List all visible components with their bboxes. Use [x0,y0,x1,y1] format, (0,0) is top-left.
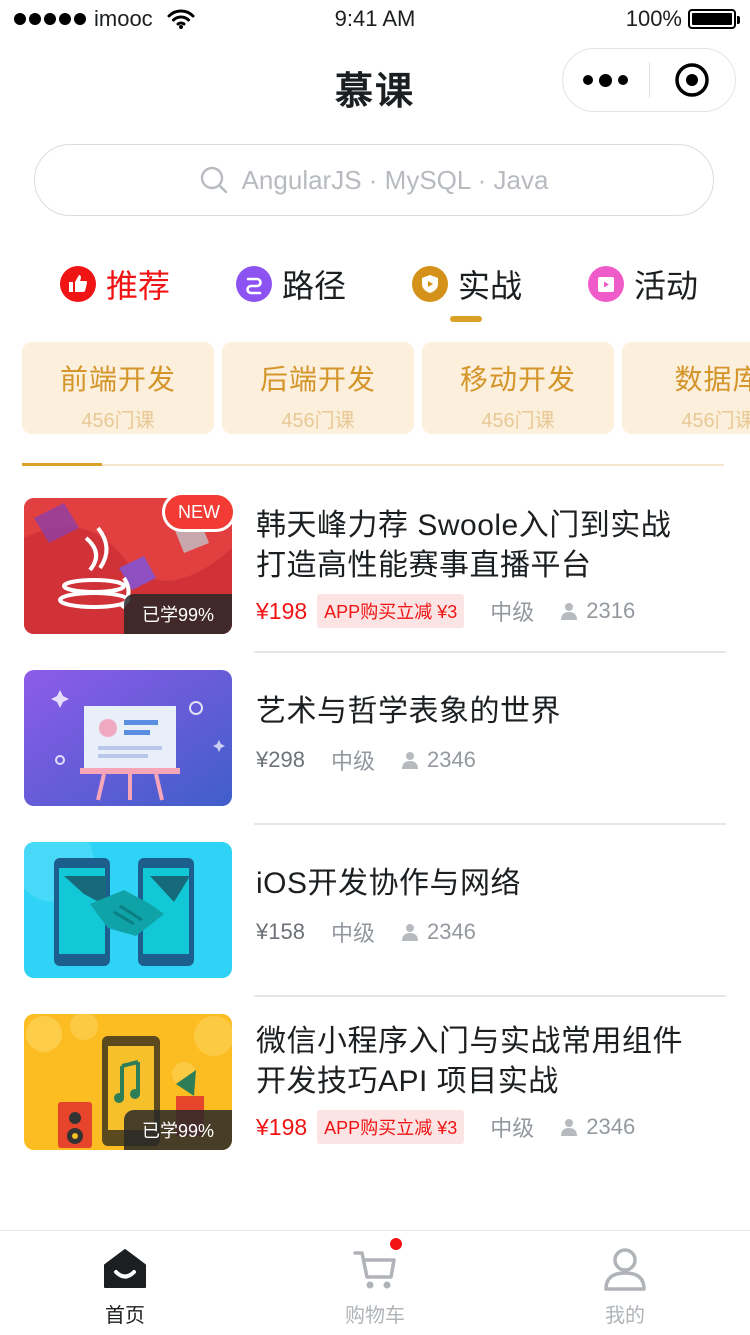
search-placeholder: AngularJS · MySQL · Java [241,164,549,195]
tabbar-cart[interactable]: 购物车 [250,1231,500,1335]
category-scroll-indicator [22,463,102,466]
main-tabs: 推荐 路径 实战 活动 [0,258,750,328]
course-level: 中级 [490,600,535,625]
category-database[interactable]: 数据库 456门课 [622,342,750,434]
course-price: ¥298 [256,747,305,772]
learners-count: 2316 [560,598,635,624]
list-divider [254,995,726,997]
course-price: ¥198 [256,1113,308,1140]
course-price: ¥158 [256,919,305,944]
tabbar-home-label: 首页 [105,1305,145,1327]
category-scroll-track [22,464,724,466]
battery-label: 100% [625,6,682,31]
learners-value: 2346 [426,747,476,772]
learners-value: 2346 [586,1114,636,1139]
battery-icon [688,9,740,29]
course-level: 中级 [330,749,375,774]
target-close-icon [675,63,709,97]
tab-practice[interactable]: 实战 [412,258,522,310]
category-name: 前端开发 [59,364,176,395]
category-name: 后端开发 [259,364,376,395]
promo-tag: APP购买立减 ¥3 [317,594,465,628]
course-thumbnail-art [24,670,232,806]
course-item[interactable]: iOS开发协作与网络 ¥158 中级 2346 [24,842,726,982]
course-item[interactable]: 已学99% NEW 韩天峰力荐 Swoole入门到实战 打造高性能赛事直播平台 … [24,492,726,638]
tabbar-profile[interactable]: 我的 [500,1231,750,1335]
course-meta: ¥198 APP购买立减 ¥3 中级 2316 [256,594,635,628]
course-item[interactable]: 已学99% 微信小程序入门与实战常用组件 开发技巧API 项目实战 ¥198 A… [24,1014,726,1154]
home-icon [104,1249,146,1288]
course-meta: ¥298 中级 2346 [256,744,476,776]
course-price: ¥198 [256,597,308,624]
nav-bar: 慕课 [0,40,750,128]
course-title-line: 打造高性能赛事直播平台 [256,549,592,582]
learners-count: 2346 [401,747,476,773]
tab-path[interactable]: 路径 [236,258,346,310]
course-thumbnail-ios [24,842,232,978]
tab-recommend-label: 推荐 [106,268,171,304]
course-title: 艺术与哲学表象的世界 [256,695,561,728]
person-icon [561,1119,578,1136]
person-icon [561,603,578,620]
category-name: 移动开发 [459,364,576,395]
tab-activity-label: 活动 [634,268,699,304]
course-title: iOS开发协作与网络 [256,867,522,900]
course-level: 中级 [490,1116,535,1141]
learners-value: 2316 [586,598,636,623]
calendar-play-icon [588,266,624,302]
learners-count: 2346 [560,1114,635,1140]
course-thumbnail-miniprogram: 已学99% [24,1014,232,1150]
tabbar-home[interactable]: 首页 [0,1231,250,1335]
bottom-tab-bar: 首页 购物车 我的 [0,1230,750,1334]
promo-tag: APP购买立减 ¥3 [317,1110,465,1144]
user-icon [604,1248,646,1291]
search-icon [200,166,227,194]
list-divider [254,651,726,653]
new-badge: NEW [162,492,236,532]
category-count: 456门课 [81,410,155,432]
tabbar-profile-label: 我的 [605,1305,645,1327]
path-icon [236,266,272,302]
course-level: 中级 [330,921,375,946]
cart-notification-dot [390,1238,402,1250]
progress-badge: 已学99% [124,1110,232,1150]
course-title-line: 开发技巧API 项目实战 [256,1065,559,1098]
category-count: 456门课 [681,410,750,432]
category-backend[interactable]: 后端开发 456门课 [222,342,414,434]
tabbar-cart-label: 购物车 [345,1305,405,1327]
thumbs-up-icon [60,266,96,302]
tab-recommend[interactable]: 推荐 [60,258,170,310]
search-bar[interactable]: AngularJS · MySQL · Java [34,144,714,216]
course-title-line: 韩天峰力荐 Swoole入门到实战 [256,509,672,542]
active-tab-indicator [450,316,482,322]
learners-count: 2346 [401,919,476,945]
person-icon [401,752,418,769]
category-scroller[interactable]: 前端开发 456门课 后端开发 456门课 移动开发 456门课 数据库 456… [22,342,750,434]
tab-activity[interactable]: 活动 [588,258,698,310]
close-button[interactable] [650,48,736,112]
more-button[interactable] [563,48,649,112]
tab-path-label: 路径 [282,268,347,304]
shield-play-icon [412,266,448,302]
category-mobile[interactable]: 移动开发 456门课 [422,342,614,434]
course-meta: ¥198 APP购买立减 ¥3 中级 2346 [256,1110,635,1144]
category-count: 456门课 [281,410,355,432]
cart-icon [353,1251,396,1289]
course-title: 韩天峰力荐 Swoole入门到实战 打造高性能赛事直播平台 [256,506,671,586]
mini-program-capsule [562,48,736,112]
list-divider [254,823,726,825]
category-name: 数据库 [674,364,750,395]
course-title: 微信小程序入门与实战常用组件 开发技巧API 项目实战 [256,1022,683,1102]
status-bar: imooc 9:41 AM 100% [0,0,750,40]
progress-badge: 已学99% [124,594,232,634]
course-meta: ¥158 中级 2346 [256,916,476,948]
category-count: 456门课 [481,410,555,432]
course-item[interactable]: 艺术与哲学表象的世界 ¥298 中级 2346 [24,670,726,810]
person-icon [401,924,418,941]
category-frontend[interactable]: 前端开发 456门课 [22,342,214,434]
tab-practice-label: 实战 [458,268,523,304]
course-title-line: 微信小程序入门与实战常用组件 [256,1025,683,1058]
learners-value: 2346 [426,919,476,944]
